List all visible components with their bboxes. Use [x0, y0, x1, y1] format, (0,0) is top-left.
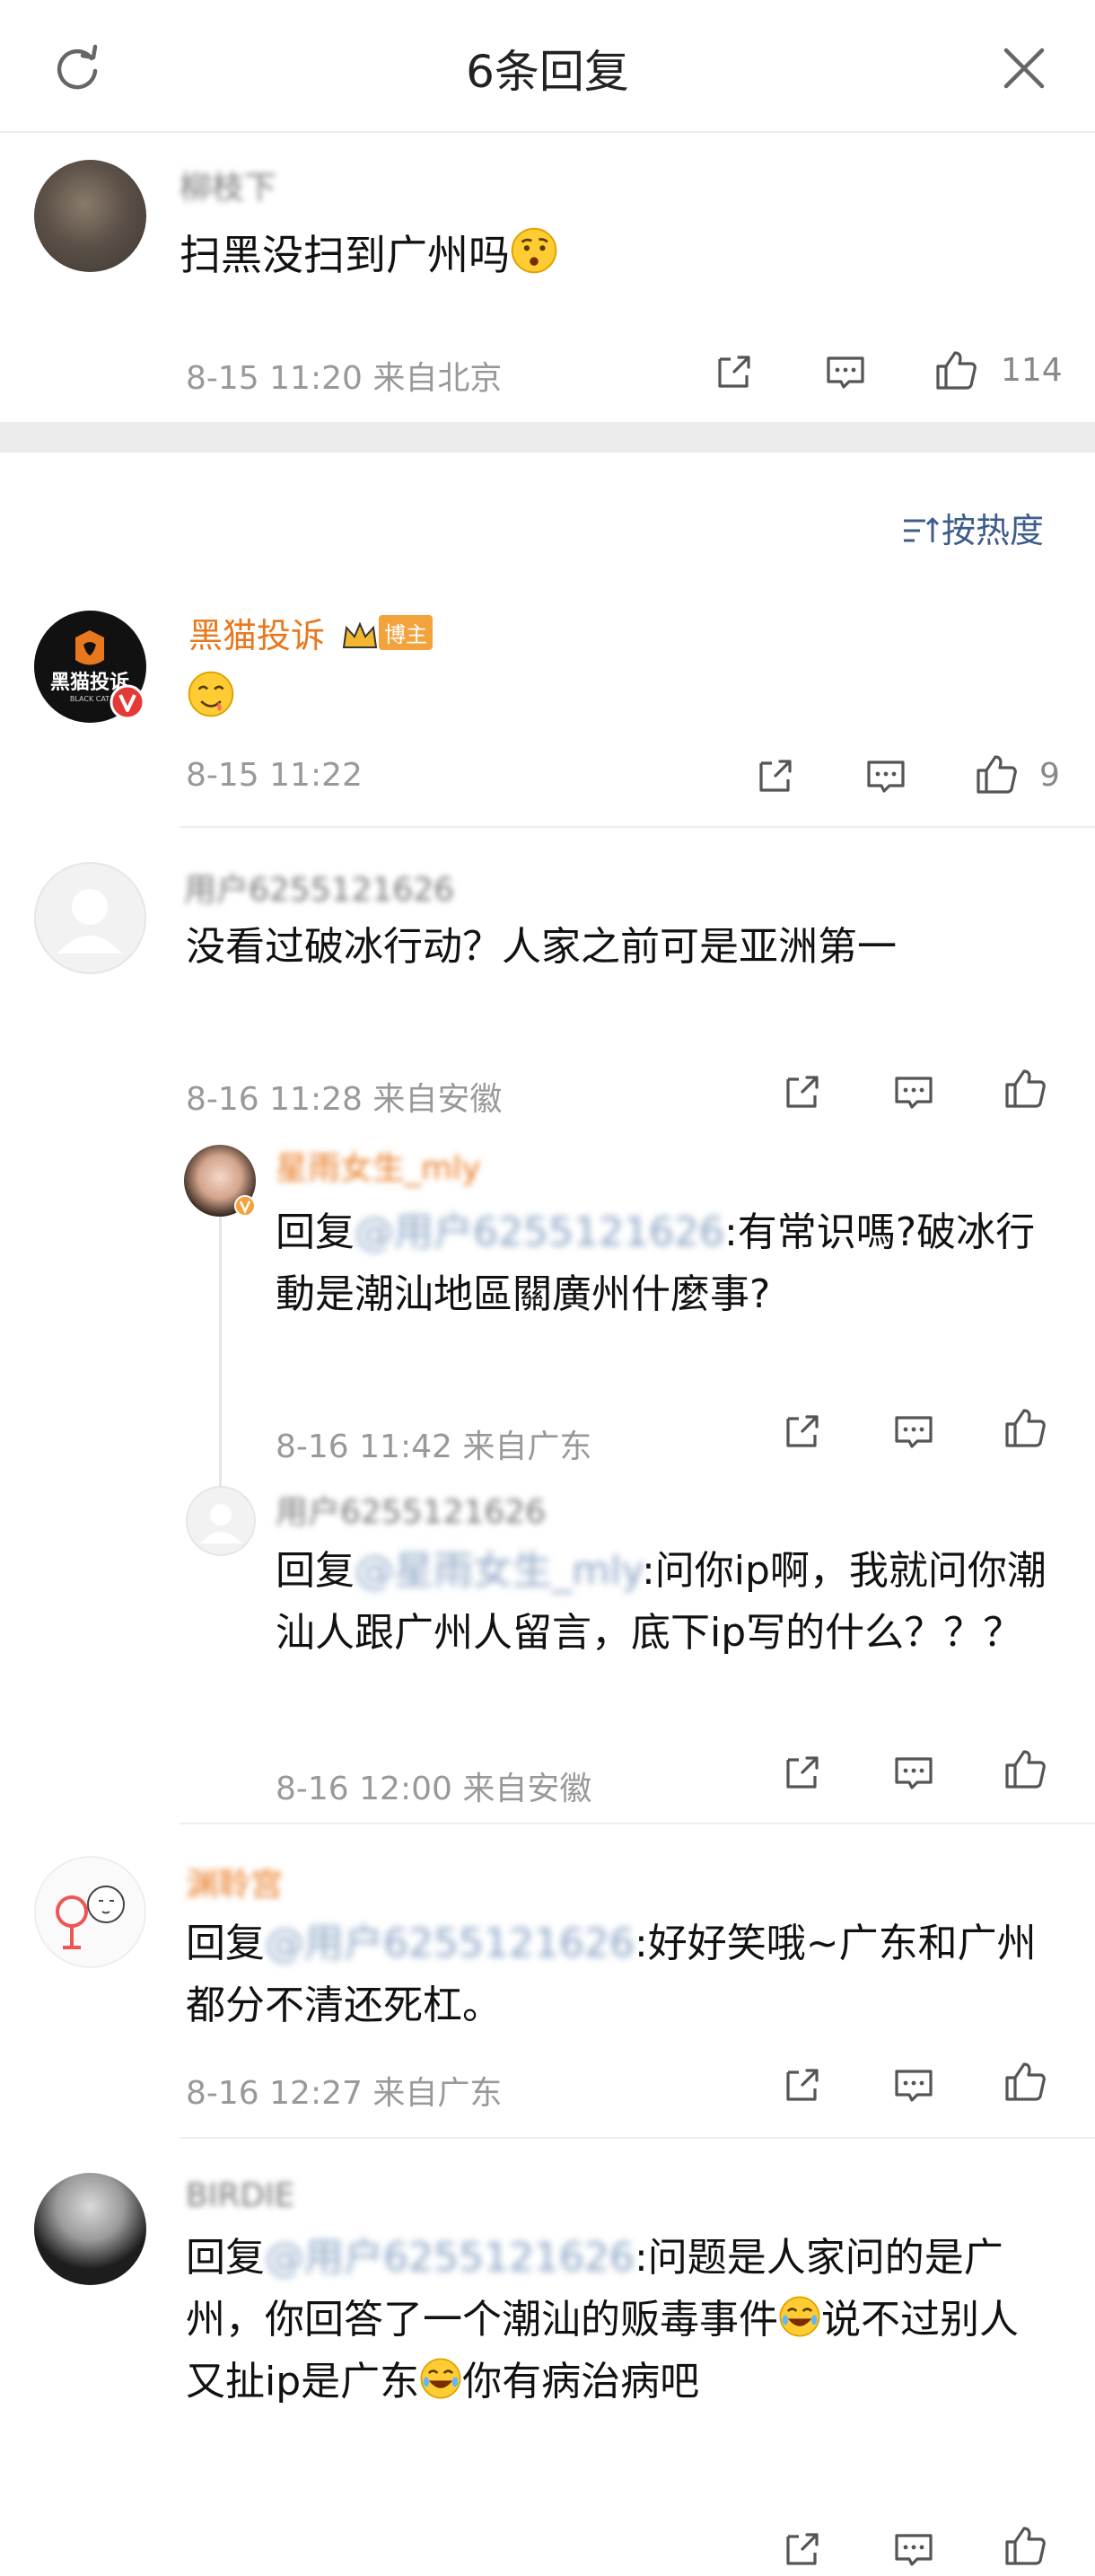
comment-username[interactable]: 黑猫投诉 博主 [188, 608, 434, 657]
svg-text:BLACK CAT: BLACK CAT [70, 695, 110, 703]
comment-icon[interactable] [824, 350, 867, 393]
comment-icon[interactable] [892, 1751, 935, 1794]
avatar[interactable] [34, 160, 146, 272]
comment-icon[interactable] [892, 2063, 935, 2106]
close-icon[interactable] [999, 43, 1049, 93]
like-icon[interactable] [1003, 2524, 1047, 2569]
page-title: 6条回复 [466, 46, 629, 98]
share-icon[interactable] [781, 2063, 824, 2106]
comment-divider [180, 826, 1095, 828]
verified-badge-icon [234, 1195, 256, 1217]
like-icon[interactable] [974, 752, 1019, 797]
verified-badge-icon [110, 684, 145, 720]
emoji-laughing-crying [779, 2296, 820, 2337]
comment-username[interactable]: 柳枝下 [180, 162, 276, 208]
mention-link[interactable]: @用户6255121626 [265, 2235, 635, 2281]
comment-text: 回复@用户6255121626:有常识嗎?破冰行動是潮汕地區關廣州什麼事? [276, 1209, 1036, 1317]
sort-button[interactable]: 按热度 [902, 503, 1044, 552]
mention-link[interactable]: @用户6255121626 [355, 1209, 724, 1255]
emoji-laughing-crying [420, 2358, 462, 2399]
like-icon[interactable] [1003, 1067, 1047, 1112]
share-icon[interactable] [713, 350, 756, 393]
share-icon[interactable] [781, 2528, 824, 2571]
comment-text: 回复@星雨女生_mly:问你ip啊，我就问你潮汕人跟广州人留言，底下ip写的什么… [276, 1548, 1047, 1656]
comment-username[interactable]: 星雨女生_mly [276, 1142, 480, 1189]
comment-username[interactable]: 用户6255121626 [276, 1486, 546, 1533]
comment-icon[interactable] [892, 2528, 935, 2571]
like-icon[interactable] [1003, 1747, 1047, 1792]
share-icon[interactable] [781, 1751, 824, 1794]
comment-timestamp: 8-16 11:42 来自广东 [276, 1429, 592, 1465]
share-icon[interactable] [754, 754, 797, 797]
thread-line [219, 1208, 222, 1504]
avatar[interactable] [34, 862, 146, 974]
mention-link[interactable]: @星雨女生_mly [355, 1548, 642, 1594]
emoji-yum [188, 671, 234, 717]
comment-text: 没看过破冰行动？人家之前可是亚洲第一 [186, 924, 897, 970]
comment-icon[interactable] [892, 1070, 935, 1113]
comment-timestamp: 8-15 11:20 来自北京 [186, 360, 503, 397]
comment-text: 回复@用户6255121626:问题是人家问的是广州，你回答了一个潮汕的贩毒事件… [186, 2235, 1019, 2405]
avatar[interactable] [34, 1856, 146, 1968]
comment-text: 扫黑没扫到广州吗 [180, 224, 558, 286]
like-icon[interactable] [933, 348, 978, 393]
share-icon[interactable] [781, 1070, 824, 1113]
sort-icon [904, 517, 940, 542]
blogger-badge: 博主 [379, 615, 434, 650]
mention-link[interactable]: @用户6255121626 [265, 1921, 635, 1966]
comment-text: 回复@用户6255121626:好好笑哦~广东和广州都分不清还死杠。 [186, 1921, 1037, 2028]
avatar[interactable] [34, 2173, 146, 2285]
comment-timestamp: 8-16 12:00 来自安徽 [276, 1771, 592, 1807]
comment-timestamp: 8-15 11:22 [186, 757, 363, 794]
comment-icon[interactable] [864, 754, 907, 797]
like-icon[interactable] [1003, 1406, 1047, 1451]
comment-username[interactable]: BIRDIE [186, 2177, 294, 2214]
comment-divider [180, 2137, 1095, 2139]
crown-icon [342, 621, 378, 648]
comment-username[interactable]: 用户6255121626 [184, 864, 454, 910]
comment-timestamp: 8-16 11:28 来自安徽 [186, 1081, 503, 1118]
avatar[interactable] [186, 1486, 256, 1556]
comment-icon[interactable] [892, 1410, 935, 1453]
comment-username[interactable]: 渊聆宫 [186, 1859, 283, 1905]
share-icon[interactable] [781, 1410, 824, 1453]
like-icon[interactable] [1003, 2060, 1047, 2105]
comment-divider [180, 1823, 1095, 1824]
reply-header: 6条回复 [0, 0, 1095, 133]
emoji-thinking [511, 227, 557, 274]
section-divider [0, 422, 1095, 453]
like-count: 9 [1039, 757, 1060, 794]
comment-timestamp: 8-16 12:27 来自广东 [186, 2075, 503, 2112]
like-count: 114 [1001, 352, 1063, 389]
